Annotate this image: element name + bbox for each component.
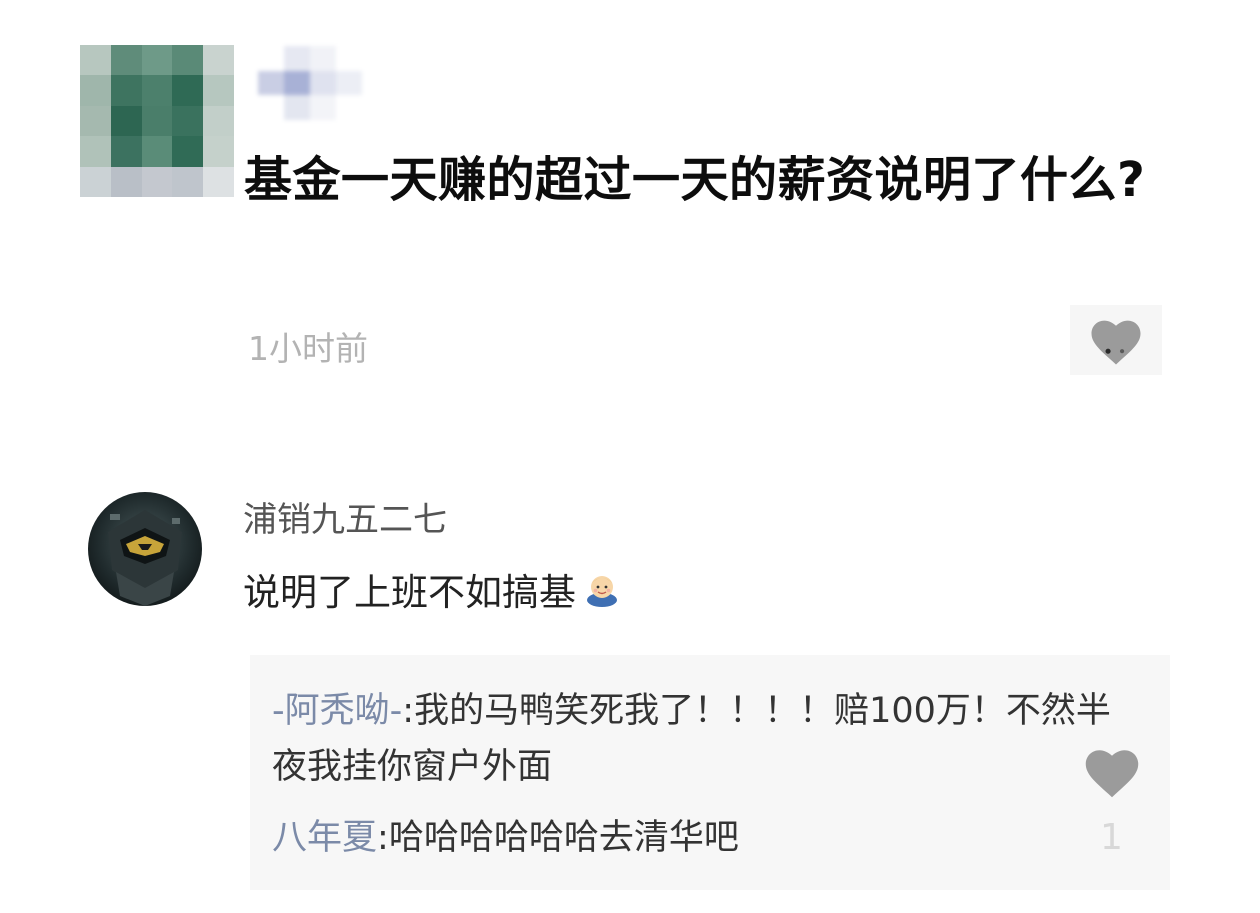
post-title: 基金一天赚的超过一天的薪资说明了什么? [244, 152, 1146, 208]
reply-item[interactable]: -阿秃呦-:我的马鸭笑死我了！！！！赔100万！不然半夜我挂你窗户外面 [272, 683, 1112, 795]
comment-like-button[interactable] [1082, 743, 1142, 799]
post-avatar[interactable] [80, 45, 234, 197]
heart-icon [1091, 320, 1141, 365]
reply-author[interactable]: -阿秃呦- [272, 691, 402, 731]
heart-icon [1085, 750, 1139, 798]
reply-author[interactable]: 八年夏 [272, 818, 377, 858]
comment-like-count: 1 [1100, 817, 1123, 858]
post-username-blurred[interactable] [258, 46, 362, 120]
post-like-button[interactable] [1070, 305, 1162, 375]
baby-emoji-icon [587, 576, 617, 607]
comment-body: 说明了上班不如搞基 [243, 562, 622, 616]
replies-box[interactable]: -阿秃呦-:我的马鸭笑死我了！！！！赔100万！不然半夜我挂你窗户外面 八年夏:… [250, 655, 1170, 890]
reply-text: 哈哈哈哈哈哈去清华吧 [388, 818, 739, 858]
reply-separator: : [402, 691, 415, 731]
commenter-avatar[interactable] [88, 492, 202, 606]
reply-separator: : [377, 818, 389, 858]
reply-item[interactable]: 八年夏:哈哈哈哈哈哈去清华吧 [272, 810, 1112, 866]
post-timestamp: 1小时前 [248, 329, 368, 368]
comment-text: 说明了上班不如搞基 [243, 571, 576, 614]
commenter-name[interactable]: 浦销九五二七 [243, 492, 447, 541]
